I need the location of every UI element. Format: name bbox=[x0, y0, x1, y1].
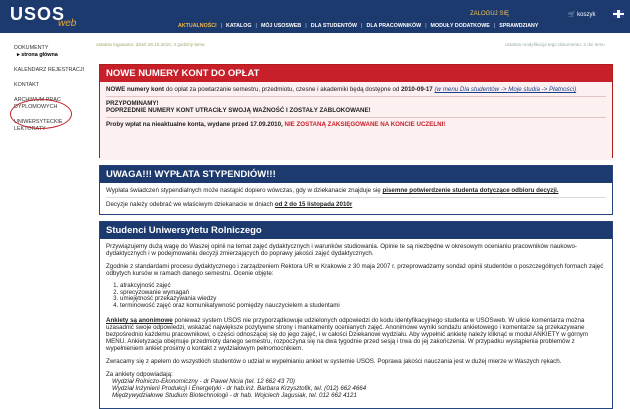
nav-tests[interactable]: SPRAWDZIANY bbox=[499, 23, 538, 32]
survey-paragraph-1: Przywiązujemy dużą wagę do Waszej opinii… bbox=[106, 243, 577, 257]
scholarship-notice: UWAGA!!! WYPŁATA STYPENDIÓW!!! Wypłata ś… bbox=[99, 165, 613, 215]
survey-paragraph-3: Ankiety są anonimowe ponieważ system USO… bbox=[106, 317, 589, 352]
reminder-heading: PRZYPOMINAMY! bbox=[106, 100, 159, 107]
reminder-warning: Proby wpłat na nieaktualne konta, wydane… bbox=[106, 121, 446, 128]
sidebar-item-calendar[interactable]: KALENDARZ REJESTRACJI bbox=[14, 67, 92, 74]
nav-staff[interactable]: DLA PRACOWNIKÓW bbox=[367, 23, 422, 32]
login-link[interactable]: ZALOGUJ SIĘ bbox=[470, 11, 509, 17]
survey-criteria-list: atrakcyjność zajęć sprecyzowanie wymagań… bbox=[120, 282, 606, 310]
accounts-notice-text: NOWE numery kont do opłat za powtarzanie… bbox=[106, 86, 577, 93]
scholarship-text-1: Wypłata świadczeń stypendialnych może na… bbox=[106, 187, 559, 194]
payments-link[interactable]: (w menu Dla studentów -> Moje studia -> … bbox=[434, 86, 576, 93]
nav-news[interactable]: AKTUALNOŚCI bbox=[178, 23, 217, 32]
highlight-circle bbox=[10, 99, 72, 129]
top-header: USOS web ZALOGUJ SIĘ 🛒 koszyk AKTUALNOŚC… bbox=[0, 0, 630, 33]
language-flag-icon[interactable] bbox=[613, 10, 624, 18]
survey-paragraph-2: Zgodnie z standardami procesu dydaktyczn… bbox=[106, 263, 604, 277]
survey-responsible-heading: Za ankiety odpowiadają: bbox=[106, 371, 173, 378]
contact-item: Wydział Inżynierii Produkcji i Energetyk… bbox=[112, 385, 367, 392]
cart-icon: 🛒 bbox=[568, 12, 578, 18]
sidebar-item-home[interactable]: ▸ strona główna bbox=[17, 52, 92, 59]
contact-item: Wydział Rolniczo-Ekonomiczny - dr Paweł … bbox=[112, 378, 295, 385]
contact-item: Międzywydziałowe Studium Biotechnologii … bbox=[112, 392, 357, 399]
cart-link[interactable]: 🛒 koszyk bbox=[568, 11, 595, 18]
usos-logo[interactable]: USOS bbox=[10, 4, 65, 25]
list-item: terminowość zajęć oraz komunikatywność p… bbox=[120, 302, 606, 310]
nav-my-usosweb[interactable]: MÓJ USOSWEB bbox=[261, 23, 301, 32]
logo-subtitle: web bbox=[58, 18, 77, 29]
last-login-info: ostatnio logowano: dzień 28.10.2010, 4 g… bbox=[96, 42, 205, 47]
sidebar-item-contact[interactable]: KONTAKT bbox=[14, 82, 92, 89]
nav-modules[interactable]: MODUŁY DODATKOWE bbox=[431, 23, 490, 32]
accounts-notice: NOWE NUMERY KONT DO OPŁAT NOWE numery ko… bbox=[99, 64, 613, 160]
nav-students[interactable]: DLA STUDENTÓW bbox=[311, 23, 357, 32]
accounts-notice-title: NOWE NUMERY KONT DO OPŁAT bbox=[100, 65, 612, 82]
sidebar-item-documents[interactable]: DOKUMENTY ▸ strona główna bbox=[14, 45, 92, 59]
cart-label: koszyk bbox=[577, 12, 596, 18]
last-modified-info: ostatnia modyfikacja tego dokumentu: 2 d… bbox=[505, 42, 605, 47]
survey-paragraph-4: Zwracamy się z apelem do wszystkich stud… bbox=[106, 358, 562, 365]
scholarship-text-2: Decyzje należy odebrać we właściwym dzie… bbox=[106, 201, 353, 208]
survey-notice-title: Studenci Uniwersytetu Rolniczego bbox=[100, 222, 612, 239]
nav-catalog[interactable]: KATALOG bbox=[226, 23, 251, 32]
scholarship-notice-title: UWAGA!!! WYPŁATA STYPENDIÓW!!! bbox=[100, 166, 612, 183]
reminder-text: POPRZEDNIE NUMERY KONT UTRACIŁY SWOJĄ WA… bbox=[106, 107, 371, 114]
main-nav: AKTUALNOŚCI | KATALOG | MÓJ USOSWEB | DLA S… bbox=[178, 23, 538, 32]
survey-notice: Studenci Uniwersytetu Rolniczego Przywią… bbox=[99, 221, 613, 409]
